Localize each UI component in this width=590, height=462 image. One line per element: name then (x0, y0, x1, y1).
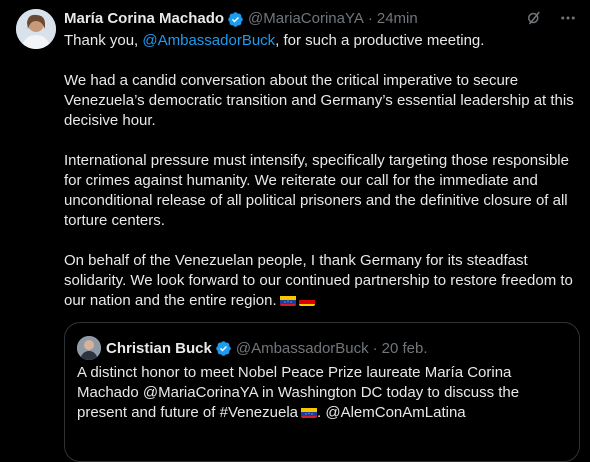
quoted-avatar-image (77, 336, 101, 360)
quoted-venezuela-flag-icon (301, 406, 318, 418)
more-icon[interactable] (558, 8, 578, 28)
quoted-tweet-header: Christian Buck @AmbassadorBuck · 20 feb. (106, 338, 428, 358)
intro-prefix: Thank you, (64, 32, 143, 49)
mention-link[interactable]: @AmbassadorBuck (142, 32, 275, 49)
quoted-tweet-text: A distinct honor to meet Nobel Peace Pri… (77, 363, 567, 423)
tweet-header: María Corina Machado @MariaCorinaYA · 24… (64, 9, 418, 29)
tweet-actions-top (524, 8, 578, 28)
tweet-paragraph-1: Thank you, @AmbassadorBuck, for such a p… (64, 31, 580, 51)
tweet-paragraph-2: We had a candid conversation about the c… (64, 72, 574, 129)
intro-suffix: , for such a productive meeting. (275, 32, 485, 49)
germany-flag-icon (298, 294, 315, 306)
verified-badge-icon (227, 11, 244, 28)
tweet-paragraph-3: International pressure must intensify, s… (64, 152, 569, 229)
tweet-paragraph-4: On behalf of the Venezuelan people, I th… (64, 251, 580, 311)
quoted-author-name[interactable]: Christian Buck (106, 340, 212, 357)
author-avatar-image (16, 9, 56, 49)
venezuela-flag-icon (279, 294, 296, 306)
quoted-text-suffix: . @AlemConAmLatina (317, 404, 466, 421)
grok-icon[interactable] (524, 8, 544, 28)
author-avatar[interactable] (16, 9, 56, 49)
separator-dot: · (367, 10, 373, 27)
author-handle[interactable]: @MariaCorinaYA (248, 9, 364, 29)
paragraph-4-text: On behalf of the Venezuelan people, I th… (64, 252, 573, 309)
quoted-verified-badge-icon (215, 340, 232, 357)
quoted-tweet-timestamp[interactable]: 20 feb. (382, 340, 428, 357)
quoted-separator-dot: · (372, 339, 378, 357)
quoted-author-avatar[interactable] (77, 336, 101, 360)
tweet-timestamp[interactable]: 24min (377, 9, 418, 29)
quoted-tweet[interactable]: Christian Buck @AmbassadorBuck · 20 feb.… (64, 322, 580, 462)
tweet-body: Thank you, @AmbassadorBuck, for such a p… (64, 31, 580, 331)
quoted-author-handle[interactable]: @AmbassadorBuck (236, 340, 369, 357)
author-name[interactable]: María Corina Machado (64, 9, 224, 29)
